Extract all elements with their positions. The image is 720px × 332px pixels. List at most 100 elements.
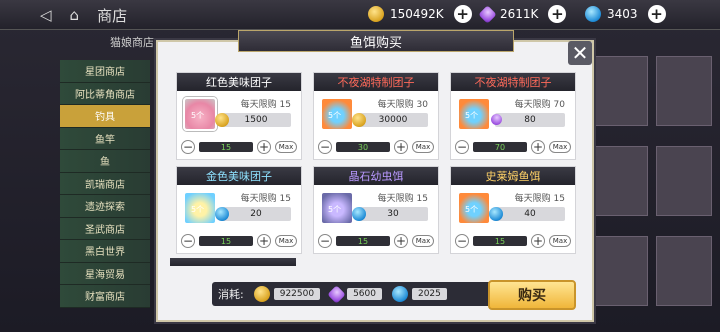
item-image: 5个 bbox=[457, 97, 491, 131]
cost-gem: 5600 bbox=[327, 284, 382, 304]
side-menu-item[interactable]: 财富商店 bbox=[60, 285, 150, 308]
decrement-button[interactable]: − bbox=[455, 234, 469, 248]
item-title: 晶石幼虫饵 bbox=[314, 167, 438, 185]
gold-amount: 150492K bbox=[390, 7, 444, 21]
max-button[interactable]: Max bbox=[549, 141, 571, 153]
side-menu-item[interactable]: 凯瑞商店 bbox=[60, 172, 150, 195]
back-icon[interactable]: ◁ bbox=[40, 6, 52, 24]
side-menu-item[interactable]: 钓具 bbox=[60, 105, 150, 128]
shop-card bbox=[592, 236, 648, 306]
item-image: 5个 bbox=[457, 191, 491, 225]
blue-coin-icon bbox=[489, 207, 503, 221]
gold-coin-icon bbox=[352, 113, 366, 127]
max-button[interactable]: Max bbox=[275, 235, 297, 247]
item-title: 不夜湖特制团子 bbox=[451, 73, 575, 91]
bait-item-card: 晶石幼虫饵 5个 每天限购 15 30 − 15 + Max bbox=[313, 166, 439, 254]
price-field: 1500 bbox=[215, 113, 291, 127]
side-menu-item[interactable]: 星团商店 bbox=[60, 60, 150, 83]
bait-item-card: 不夜湖特制团子 5个 每天限购 70 80 − 70 + Max bbox=[450, 72, 576, 160]
blue-amount: 3403 bbox=[607, 7, 638, 21]
add-blue-button[interactable]: + bbox=[647, 5, 666, 23]
blue-coin-icon bbox=[215, 207, 229, 221]
max-button[interactable]: Max bbox=[549, 235, 571, 247]
currency-gem: 2611K + bbox=[478, 4, 567, 24]
item-title: 金色美味团子 bbox=[177, 167, 301, 185]
max-button[interactable]: Max bbox=[275, 141, 297, 153]
item-tag: 5个 bbox=[191, 111, 205, 120]
item-title: 不夜湖特制团子 bbox=[314, 73, 438, 91]
partial-item-card bbox=[170, 258, 296, 266]
max-button[interactable]: Max bbox=[412, 141, 434, 153]
price-value: 40 bbox=[524, 209, 536, 219]
cost-gem-value: 5600 bbox=[347, 288, 382, 300]
quantity-value[interactable]: 15 bbox=[199, 142, 253, 152]
add-gold-button[interactable]: + bbox=[453, 5, 472, 23]
decrement-button[interactable]: − bbox=[455, 140, 469, 154]
side-menu-item[interactable]: 鱼 bbox=[60, 150, 150, 173]
side-menu-item[interactable]: 阿比蒂角商店 bbox=[60, 82, 150, 105]
increment-button[interactable]: + bbox=[531, 234, 545, 248]
daily-limit: 每天限购 15 bbox=[514, 194, 565, 204]
item-image: 5个 bbox=[320, 97, 354, 131]
item-tag: 5个 bbox=[328, 205, 342, 214]
currency-gold: 150492K + bbox=[368, 5, 472, 23]
price-value: 20 bbox=[250, 209, 262, 219]
max-button[interactable]: Max bbox=[412, 235, 434, 247]
quantity-stepper: − 15 + Max bbox=[318, 233, 434, 249]
blue-coin-icon bbox=[585, 6, 601, 22]
quantity-value[interactable]: 15 bbox=[336, 236, 390, 246]
quantity-stepper: − 15 + Max bbox=[181, 233, 297, 249]
gold-coin-icon bbox=[368, 6, 384, 22]
daily-limit: 每天限购 15 bbox=[240, 194, 291, 204]
increment-button[interactable]: + bbox=[257, 234, 271, 248]
bait-item-card: 史莱姆鱼饵 5个 每天限购 15 40 − 15 + Max bbox=[450, 166, 576, 254]
side-menu-item[interactable]: 黑白世界 bbox=[60, 240, 150, 263]
side-menu-item[interactable]: 圣武商店 bbox=[60, 217, 150, 240]
decrement-button[interactable]: − bbox=[181, 140, 195, 154]
increment-button[interactable]: + bbox=[394, 140, 408, 154]
decrement-button[interactable]: − bbox=[181, 234, 195, 248]
price-value: 80 bbox=[524, 115, 536, 125]
increment-button[interactable]: + bbox=[257, 140, 271, 154]
increment-button[interactable]: + bbox=[394, 234, 408, 248]
quantity-stepper: − 30 + Max bbox=[318, 139, 434, 155]
top-nav: ◁ ⌂ 商店 bbox=[40, 4, 190, 26]
background-shop-cards bbox=[592, 56, 720, 332]
quantity-value[interactable]: 15 bbox=[473, 236, 527, 246]
cost-blue-value: 2025 bbox=[411, 288, 447, 300]
gold-coin-icon bbox=[215, 113, 229, 127]
item-image: 5个 bbox=[320, 191, 354, 225]
side-menu: 星团商店 阿比蒂角商店 钓具 鱼竿 鱼 凯瑞商店 遗迹探索 圣武商店 黑白世界 … bbox=[60, 60, 150, 308]
quantity-value[interactable]: 30 bbox=[336, 142, 390, 152]
cost-summary: 消耗: 922500 5600 2025 bbox=[212, 282, 512, 306]
bait-item-card: 金色美味团子 5个 每天限购 15 20 − 15 + Max bbox=[176, 166, 302, 254]
modal-title: 鱼饵购买 bbox=[238, 30, 514, 52]
currency-blue: 3403 + bbox=[585, 5, 666, 23]
item-tag: 5个 bbox=[191, 205, 205, 214]
decrement-button[interactable]: − bbox=[318, 234, 332, 248]
shop-tab[interactable]: 猫娘商店 bbox=[110, 34, 154, 50]
shop-card bbox=[656, 236, 712, 306]
item-image: 5个 bbox=[183, 97, 217, 131]
close-button[interactable]: ✕ bbox=[568, 41, 592, 65]
add-gem-button[interactable]: + bbox=[548, 5, 567, 23]
daily-limit: 每天限购 15 bbox=[377, 194, 428, 204]
item-tag: 5个 bbox=[465, 111, 479, 120]
quantity-value[interactable]: 70 bbox=[473, 142, 527, 152]
bait-item-card: 红色美味团子 5个 每天限购 15 1500 − 15 + Max bbox=[176, 72, 302, 160]
shop-card bbox=[656, 56, 712, 126]
side-menu-item[interactable]: 鱼竿 bbox=[60, 127, 150, 150]
cost-label: 消耗: bbox=[218, 288, 244, 301]
quantity-value[interactable]: 15 bbox=[199, 236, 253, 246]
cost-blue: 2025 bbox=[391, 286, 447, 302]
side-menu-item[interactable]: 遗迹探索 bbox=[60, 195, 150, 218]
price-field: 30 bbox=[352, 207, 428, 221]
side-menu-item[interactable]: 星海贸易 bbox=[60, 262, 150, 285]
buy-button[interactable]: 购买 bbox=[488, 280, 576, 310]
increment-button[interactable]: + bbox=[531, 140, 545, 154]
item-tag: 5个 bbox=[328, 111, 342, 120]
home-icon[interactable]: ⌂ bbox=[70, 6, 80, 24]
cost-gold-value: 922500 bbox=[273, 288, 321, 300]
item-title: 红色美味团子 bbox=[177, 73, 301, 91]
decrement-button[interactable]: − bbox=[318, 140, 332, 154]
